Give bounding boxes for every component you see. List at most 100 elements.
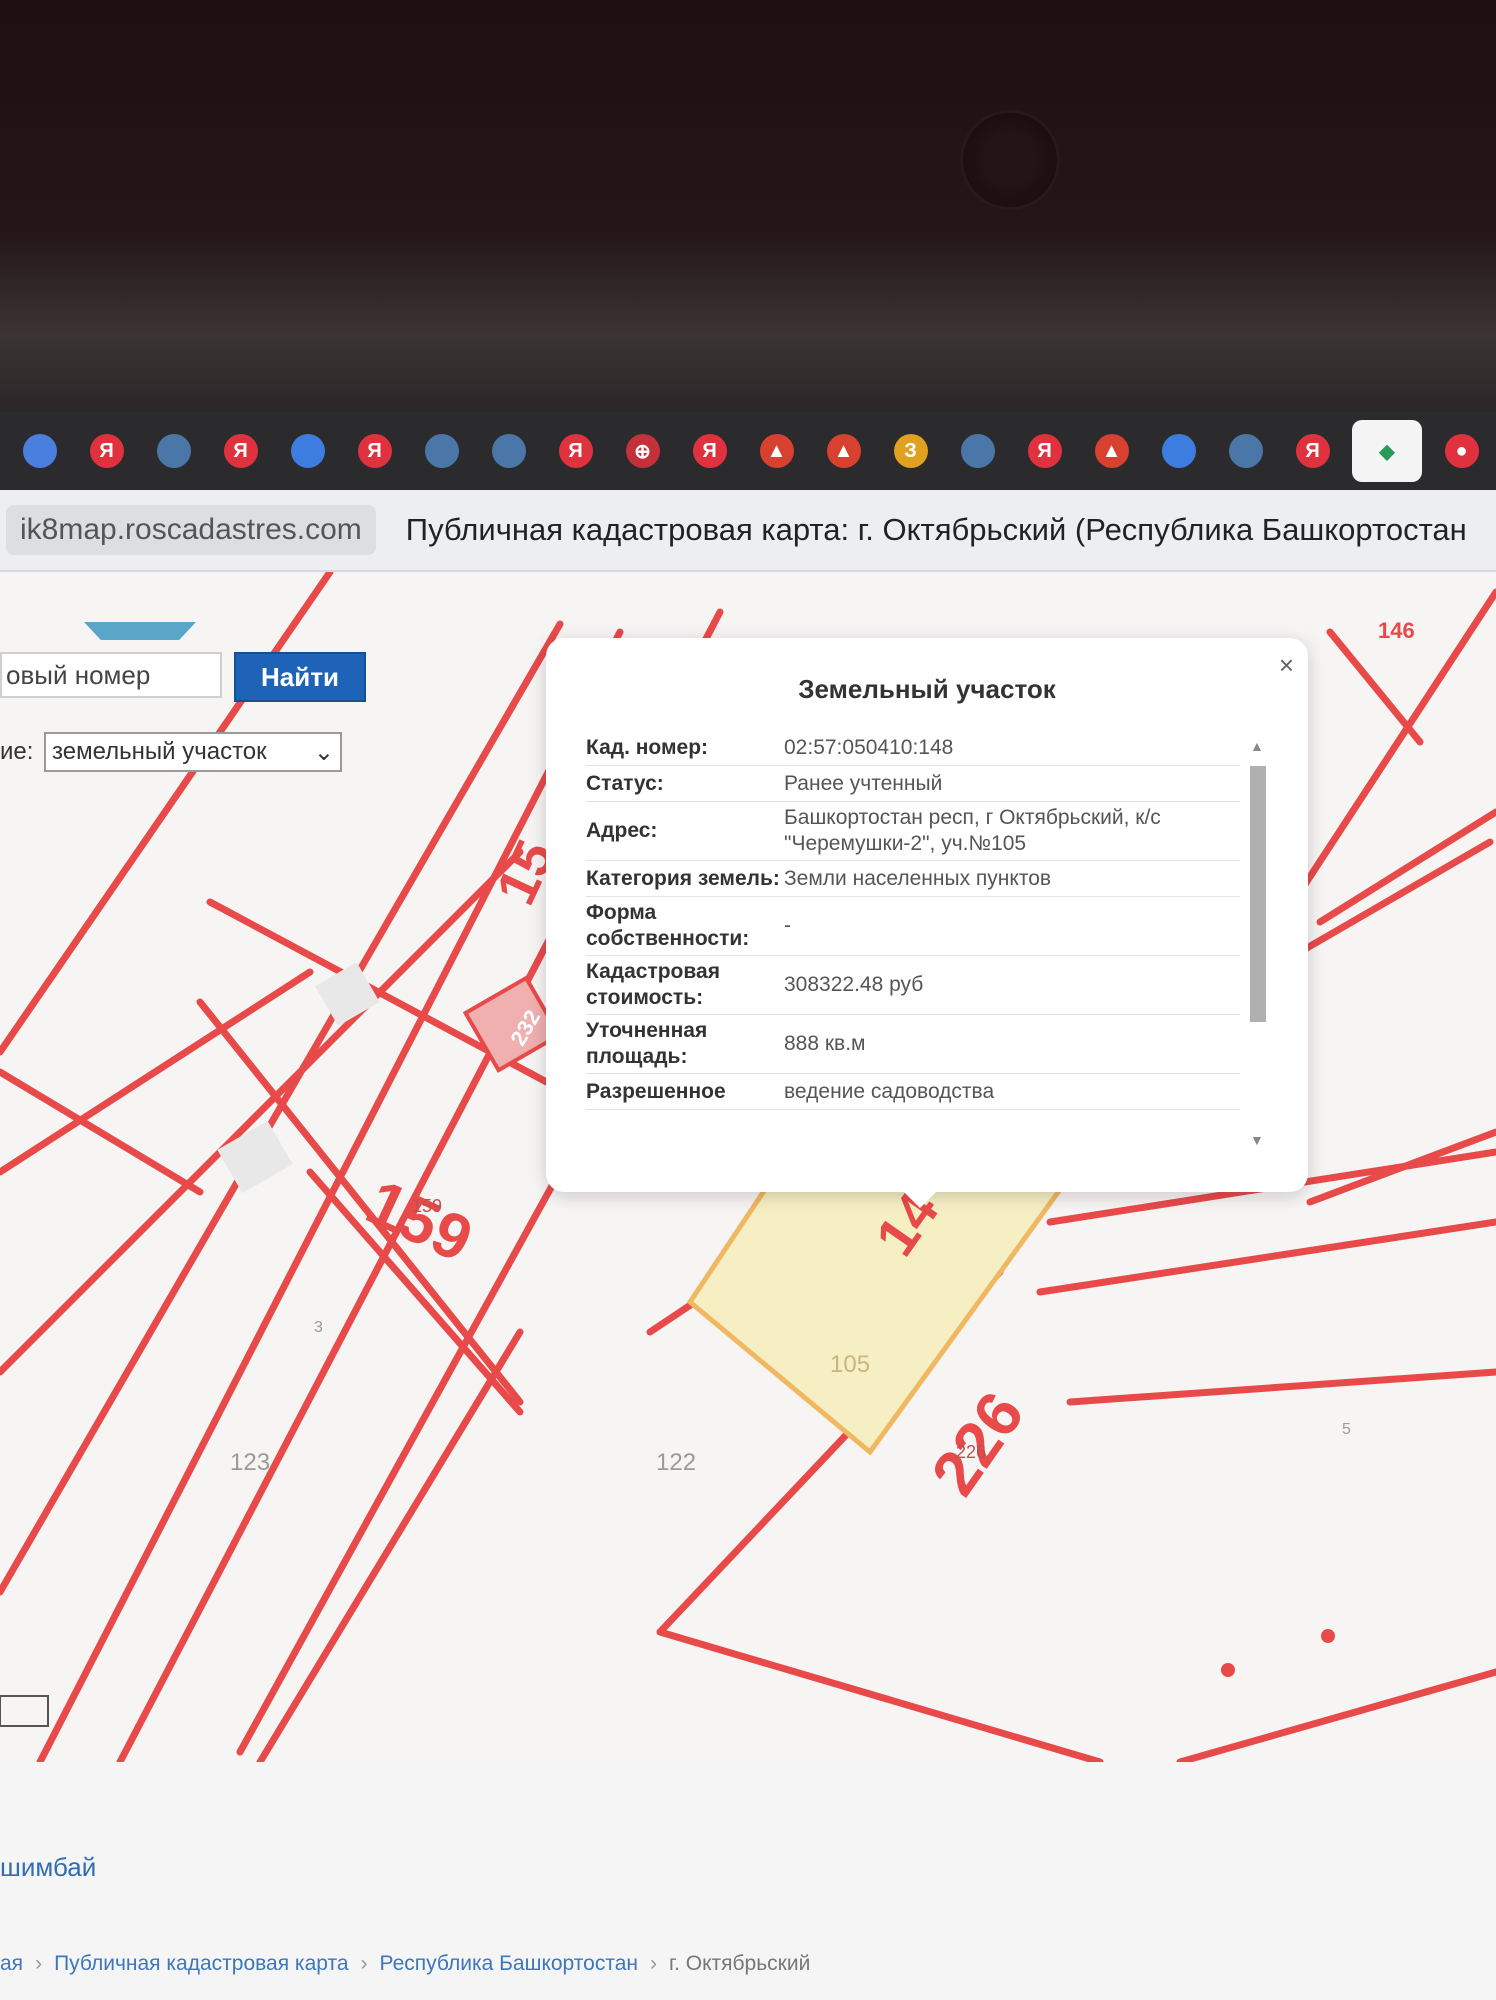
scroll-down-icon[interactable]: ▼ (1250, 1132, 1264, 1148)
map-label-122: 122 (656, 1449, 696, 1476)
browser-tab[interactable] (6, 412, 73, 490)
cadastral-number-input[interactable] (0, 652, 222, 698)
attr-row: Адрес: Башкортостан респ, г Октябрьский, … (586, 802, 1240, 861)
attr-key: Разрешенное (586, 1079, 726, 1103)
vk-icon (424, 434, 459, 468)
map-label-5: 5 (1342, 1421, 1351, 1438)
search-type-label: ие: (0, 738, 34, 765)
attr-row: Категория земель: Земли населенных пункто… (586, 861, 1240, 897)
browser-tab[interactable] (274, 412, 341, 490)
attr-value: Земли населенных пунктов (784, 866, 1052, 890)
find-button[interactable]: Найти (234, 652, 366, 702)
browser-tab[interactable]: ▲ (810, 412, 877, 490)
yandex-icon: Я (1295, 434, 1330, 468)
scrollbar-thumb[interactable] (1250, 766, 1266, 1022)
attr-row: Статус: Ранее учтенный (586, 766, 1240, 802)
attr-key: Категория земель: (586, 866, 780, 890)
breadcrumb: ая › Публичная кадастровая карта › Республик… (0, 1952, 810, 1976)
browser-tab[interactable]: Я (1011, 412, 1078, 490)
webcam-icon (960, 110, 1060, 210)
attr-row: Кадастровая стоимость: 308322.48 руб (586, 956, 1240, 1015)
map-label-105: 105 (830, 1351, 870, 1378)
attr-value: - (784, 914, 791, 937)
ozon-icon (1161, 434, 1196, 468)
attr-key: Уточненная площадь: (586, 1019, 708, 1068)
breadcrumb-item[interactable]: Республика Башкортостан (380, 1952, 638, 1975)
popup-pointer (900, 1188, 940, 1208)
attr-value: 02:57:050410:148 (784, 735, 954, 759)
map-label-123: 123 (230, 1449, 270, 1476)
ozon-icon (290, 434, 325, 468)
attr-value: Башкортостан респ, г Октябрьский, к/с "Ч… (784, 806, 1161, 855)
cadastre-icon: ◆ (1379, 440, 1395, 463)
yandex-icon: Я (692, 434, 727, 468)
browser-tab[interactable]: Я (73, 412, 140, 490)
browser-tab[interactable]: ▲ (743, 412, 810, 490)
chevron-right-icon: › (35, 1952, 43, 1975)
browser-tab[interactable]: Я (676, 412, 743, 490)
search-type-select[interactable]: земельный участок ⌄ (44, 732, 342, 772)
popup-title: Земельный участок (798, 674, 1056, 704)
popup-scrollbar[interactable]: ▲ ▼ (1244, 738, 1274, 1148)
address-bar: ik8map.roscadastres.com Публичная кадаст… (0, 490, 1496, 572)
chevron-right-icon: › (650, 1952, 657, 1975)
breadcrumb-item[interactable]: ая (0, 1952, 23, 1975)
browser-tab[interactable]: ◆ (1352, 420, 1422, 482)
browser-tab[interactable] (408, 412, 475, 490)
attr-key: Статус: (586, 771, 664, 795)
search-type-value: земельный участок (52, 738, 267, 765)
attr-key: Кадастровая стоимость: (586, 960, 720, 1009)
browser-tab[interactable]: Я (207, 412, 274, 490)
panel-tab-indicator (84, 622, 196, 640)
yandex-icon: Я (357, 434, 392, 468)
browser-tab[interactable] (140, 412, 207, 490)
google-icon (22, 434, 57, 468)
browser-tab[interactable]: ▲ (1078, 412, 1145, 490)
parcel-info-popup: × Земельный участок Кад. номер: 02:57:050… (546, 638, 1308, 1192)
chevron-right-icon: › (360, 1952, 368, 1975)
page-title: Публичная кадастровая карта: г. Октябрьс… (405, 512, 1467, 547)
browser-tab[interactable]: Я (542, 412, 609, 490)
map-label-3: 3 (314, 1319, 323, 1336)
attr-key: Адрес: (586, 819, 658, 842)
yandex-icon: Я (558, 434, 593, 468)
map-label-159-small: 159 (412, 1196, 442, 1216)
district-link[interactable]: шимбай (0, 1852, 96, 1883)
yandex-icon: Я (1027, 434, 1062, 468)
laptop-bezel (0, 0, 1496, 420)
vk-icon (491, 434, 526, 468)
url-field[interactable]: ik8map.roscadastres.com (6, 505, 376, 555)
yandex-icon: Я (89, 434, 124, 468)
browser-tab[interactable]: ● (1428, 412, 1495, 490)
attr-value: 308322.48 руб (784, 973, 924, 996)
scroll-up-icon[interactable]: ▲ (1250, 738, 1264, 754)
browser-tab[interactable] (475, 412, 542, 490)
browser-tab[interactable]: Я (1279, 412, 1346, 490)
map-label-146: 146 (1378, 618, 1415, 643)
avito-icon: ⊕ (625, 434, 660, 468)
vk-icon (1228, 434, 1263, 468)
vk-icon (156, 434, 191, 468)
browser-tab[interactable]: З (877, 412, 944, 490)
browser-tab[interactable] (944, 412, 1011, 490)
zen-icon: З (893, 434, 928, 468)
browser-tab[interactable]: Я (341, 412, 408, 490)
attr-row: Уточненная площадь: 888 кв.м (586, 1015, 1240, 1074)
browser-tab-strip: Я Я Я Я ⊕ Я ▲ ▲ З Я ▲ Я ◆ ● (0, 412, 1496, 490)
attr-row: Форма собственности: - (586, 897, 1240, 956)
attr-row: Кад. номер: 02:57:050410:148 (586, 730, 1240, 766)
parcel-attributes: Кад. номер: 02:57:050410:148 Статус: Ранее… (586, 730, 1240, 1150)
breadcrumb-item[interactable]: Публичная кадастровая карта (54, 1952, 348, 1975)
browser-tab[interactable] (1212, 412, 1279, 490)
map-pin-icon: ● (1444, 434, 1479, 468)
vk-icon (960, 434, 995, 468)
mountain-icon: ▲ (1094, 434, 1129, 468)
attr-key: Форма собственности: (586, 901, 750, 950)
chevron-down-icon: ⌄ (313, 738, 334, 766)
browser-tab[interactable] (1145, 412, 1212, 490)
mountain-icon: ▲ (759, 434, 794, 468)
map-scale-box (0, 1695, 49, 1727)
yandex-icon: Я (223, 434, 258, 468)
attr-value: ведение садоводства (784, 1079, 995, 1103)
browser-tab[interactable]: ⊕ (609, 412, 676, 490)
